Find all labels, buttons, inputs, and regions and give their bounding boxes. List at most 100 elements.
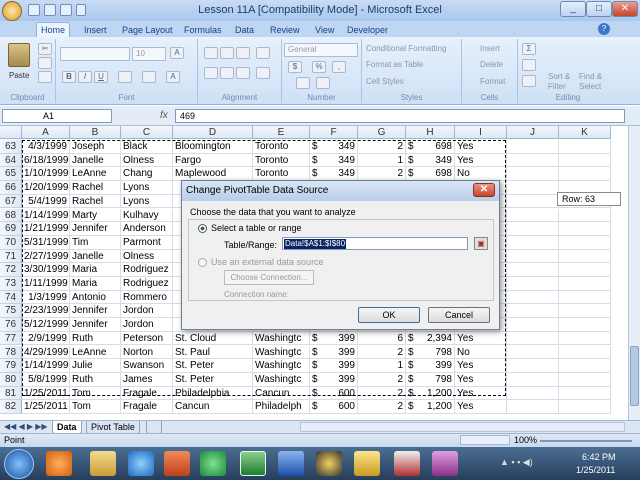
radio-external-source-label[interactable]: Use an external data source xyxy=(211,257,324,267)
column-header-g[interactable]: G xyxy=(358,126,406,139)
tab-developer[interactable]: Developer xyxy=(343,23,392,37)
help-icon[interactable]: ? xyxy=(598,23,610,35)
minimize-button[interactable]: _ xyxy=(560,1,586,17)
start-button-icon[interactable] xyxy=(4,449,34,479)
column-header-d[interactable]: D xyxy=(173,126,253,139)
scroll-thumb[interactable] xyxy=(630,346,639,406)
cell-empty[interactable] xyxy=(559,386,611,401)
cell-g[interactable]: 2 xyxy=(358,400,406,414)
cell-empty[interactable] xyxy=(559,400,611,414)
radio-select-range[interactable] xyxy=(198,224,207,233)
orientation-icon[interactable] xyxy=(256,47,270,59)
ok-button[interactable]: OK xyxy=(358,307,420,323)
comma-icon[interactable]: , xyxy=(332,61,346,73)
cell-empty[interactable] xyxy=(507,277,559,291)
row-header[interactable]: 63 xyxy=(0,140,22,154)
tab-data[interactable]: Data xyxy=(231,23,258,37)
sort-filter-label[interactable]: Sort & xyxy=(548,72,570,81)
radio-select-range-label[interactable]: Select a table or range xyxy=(211,223,302,233)
column-header-a[interactable]: A xyxy=(22,126,70,139)
horizontal-scrollbar[interactable] xyxy=(300,422,625,432)
cell-b[interactable]: Tom xyxy=(70,400,121,414)
cancel-button[interactable]: Cancel xyxy=(428,307,490,323)
cell-empty[interactable] xyxy=(559,304,611,319)
cell-c[interactable]: Fragale xyxy=(121,400,173,414)
cell-empty[interactable] xyxy=(507,304,559,319)
close-button[interactable]: ✕ xyxy=(612,1,638,17)
cell-empty[interactable] xyxy=(559,208,611,223)
find-select-label-2[interactable]: Select xyxy=(579,82,601,91)
excel-icon[interactable] xyxy=(240,451,266,476)
format-button[interactable]: Format xyxy=(480,77,505,86)
cell-empty[interactable] xyxy=(507,181,559,195)
tab-page-layout[interactable]: Page Layout xyxy=(118,23,177,37)
collapse-dialog-icon[interactable]: ▣ xyxy=(474,237,488,250)
row-header[interactable]: 74 xyxy=(0,290,22,305)
cell-a[interactable]: 1/25/2011 xyxy=(22,400,70,414)
align-middle-icon[interactable] xyxy=(220,47,234,59)
tab-formulas[interactable]: Formulas xyxy=(180,23,226,37)
row-header[interactable]: 82 xyxy=(0,400,22,414)
merge-icon[interactable] xyxy=(256,67,270,79)
row-header[interactable]: 68 xyxy=(0,208,22,223)
number-format-box[interactable]: General xyxy=(284,43,358,57)
fill-icon[interactable] xyxy=(522,59,536,71)
dialog-close-icon[interactable]: ✕ xyxy=(473,183,495,197)
column-header-e[interactable]: E xyxy=(253,126,310,139)
app-icon-green[interactable] xyxy=(200,451,226,476)
cell-empty[interactable] xyxy=(507,140,559,154)
column-header-j[interactable]: J xyxy=(507,126,559,139)
cell-empty[interactable] xyxy=(559,140,611,154)
row-header[interactable]: 66 xyxy=(0,181,22,195)
tab-view[interactable]: View xyxy=(311,23,338,37)
grow-font-icon[interactable]: A xyxy=(170,47,184,59)
decrease-decimal-icon[interactable] xyxy=(316,77,330,89)
cell-empty[interactable] xyxy=(507,400,559,414)
cell-f2[interactable]: 600 xyxy=(310,400,358,414)
acrobat-icon[interactable] xyxy=(394,451,420,476)
internet-explorer-icon[interactable] xyxy=(128,451,154,476)
currency-icon[interactable]: $ xyxy=(288,61,302,73)
cell-empty[interactable] xyxy=(559,345,611,360)
media-icon[interactable] xyxy=(316,451,342,476)
format-painter-icon[interactable] xyxy=(38,71,52,83)
cell-empty[interactable] xyxy=(559,277,611,291)
cell-empty[interactable] xyxy=(507,208,559,223)
maximize-button[interactable]: □ xyxy=(586,1,612,17)
cell-empty[interactable] xyxy=(559,263,611,277)
cell-empty[interactable] xyxy=(507,345,559,360)
sheet-nav-icon[interactable]: ◀◀ ◀ ▶ ▶▶ xyxy=(4,422,48,431)
row-header[interactable]: 76 xyxy=(0,318,22,332)
cell-styles-button[interactable]: Cell Styles xyxy=(366,77,404,86)
delete-button[interactable]: Delete xyxy=(480,60,503,69)
powerpoint-icon[interactable] xyxy=(164,451,190,476)
column-header-c[interactable]: C xyxy=(121,126,173,139)
cell-empty[interactable] xyxy=(559,331,611,346)
name-box[interactable]: A1 xyxy=(2,109,112,123)
tab-insert[interactable]: Insert xyxy=(80,23,111,37)
cell-empty[interactable] xyxy=(507,222,559,236)
cut-icon[interactable]: ✂ xyxy=(38,43,52,55)
row-header[interactable]: 77 xyxy=(0,331,22,346)
zoom-level[interactable]: 100% xyxy=(514,435,537,445)
row-header[interactable]: 71 xyxy=(0,249,22,264)
tab-home[interactable]: Home xyxy=(36,22,71,37)
choose-connection-button[interactable]: Choose Connection... xyxy=(224,270,314,285)
cell-e[interactable]: Philadelph xyxy=(253,400,310,414)
row-header[interactable]: 64 xyxy=(0,153,22,168)
explorer-icon[interactable] xyxy=(90,451,116,476)
conditional-formatting-button[interactable]: Conditional Formatting xyxy=(366,44,446,53)
paste-icon[interactable] xyxy=(8,43,30,67)
app-icon-yellow[interactable] xyxy=(354,451,380,476)
column-header-i[interactable]: I xyxy=(455,126,507,139)
cell-empty[interactable] xyxy=(559,359,611,373)
cell-empty[interactable] xyxy=(559,249,611,264)
row-header[interactable]: 69 xyxy=(0,222,22,236)
increase-decimal-icon[interactable] xyxy=(296,77,310,89)
row-header[interactable]: 79 xyxy=(0,359,22,373)
app-icon-purple[interactable] xyxy=(432,451,458,476)
cell-h2[interactable]: 1,200 xyxy=(406,400,455,414)
row-header[interactable]: 78 xyxy=(0,345,22,360)
format-as-table-button[interactable]: Format as Table xyxy=(366,60,423,69)
cell-empty[interactable] xyxy=(507,263,559,277)
